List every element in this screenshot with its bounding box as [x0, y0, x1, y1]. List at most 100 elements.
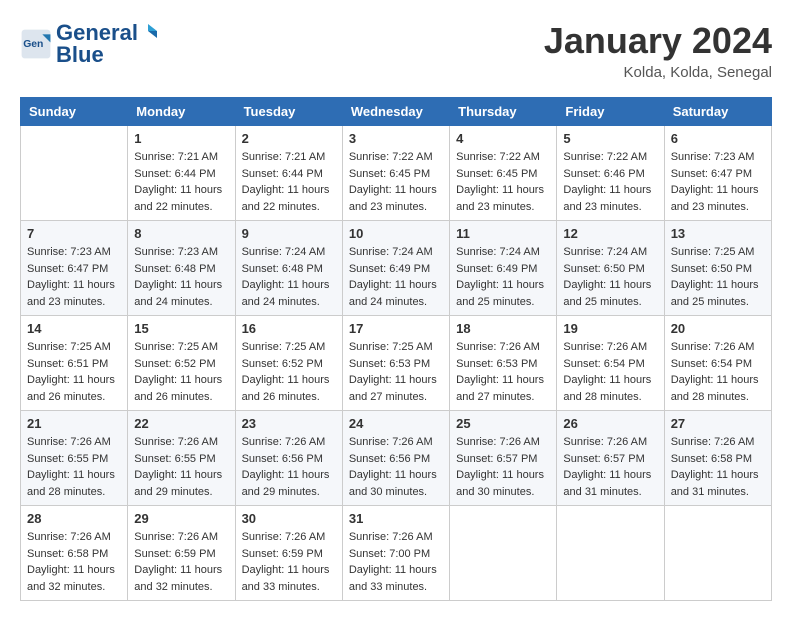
day-info: Sunrise: 7:21 AMSunset: 6:44 PMDaylight:… — [242, 149, 336, 215]
day-number: 11 — [456, 226, 550, 241]
calendar-cell — [557, 506, 664, 601]
day-number: 4 — [456, 131, 550, 146]
calendar-week-row: 14 Sunrise: 7:25 AMSunset: 6:51 PMDayligh… — [21, 316, 772, 411]
calendar-cell — [450, 506, 557, 601]
day-header-tuesday: Tuesday — [235, 98, 342, 126]
day-number: 12 — [563, 226, 657, 241]
day-number: 27 — [671, 416, 765, 431]
calendar-cell: 18 Sunrise: 7:26 AMSunset: 6:53 PMDayligh… — [450, 316, 557, 411]
day-header-monday: Monday — [128, 98, 235, 126]
day-number: 5 — [563, 131, 657, 146]
calendar-week-row: 7 Sunrise: 7:23 AMSunset: 6:47 PMDaylight… — [21, 221, 772, 316]
month-title: January 2024 — [544, 20, 772, 62]
calendar-cell: 27 Sunrise: 7:26 AMSunset: 6:58 PMDayligh… — [664, 411, 771, 506]
title-block: January 2024 Kolda, Kolda, Senegal — [544, 20, 772, 81]
day-number: 3 — [349, 131, 443, 146]
day-header-wednesday: Wednesday — [342, 98, 449, 126]
calendar-cell: 17 Sunrise: 7:25 AMSunset: 6:53 PMDayligh… — [342, 316, 449, 411]
day-header-friday: Friday — [557, 98, 664, 126]
day-info: Sunrise: 7:26 AMSunset: 7:00 PMDaylight:… — [349, 529, 443, 595]
day-number: 29 — [134, 511, 228, 526]
day-info: Sunrise: 7:21 AMSunset: 6:44 PMDaylight:… — [134, 149, 228, 215]
calendar-cell: 2Sunrise: 7:21 AMSunset: 6:44 PMDaylight… — [235, 126, 342, 221]
calendar-table: SundayMondayTuesdayWednesdayThursdayFrid… — [20, 97, 772, 601]
calendar-cell: 15 Sunrise: 7:25 AMSunset: 6:52 PMDayligh… — [128, 316, 235, 411]
day-info: Sunrise: 7:25 AMSunset: 6:53 PMDaylight:… — [349, 339, 443, 405]
day-info: Sunrise: 7:22 AMSunset: 6:46 PMDaylight:… — [563, 149, 657, 215]
day-number: 18 — [456, 321, 550, 336]
day-info: Sunrise: 7:25 AMSunset: 6:51 PMDaylight:… — [27, 339, 121, 405]
day-number: 23 — [242, 416, 336, 431]
day-info: Sunrise: 7:25 AMSunset: 6:50 PMDaylight:… — [671, 244, 765, 310]
day-number: 9 — [242, 226, 336, 241]
day-info: Sunrise: 7:26 AMSunset: 6:59 PMDaylight:… — [134, 529, 228, 595]
calendar-cell: 23Sunrise: 7:26 AMSunset: 6:56 PMDayligh… — [235, 411, 342, 506]
day-info: Sunrise: 7:26 AMSunset: 6:55 PMDaylight:… — [134, 434, 228, 500]
calendar-cell: 28 Sunrise: 7:26 AMSunset: 6:58 PMDayligh… — [21, 506, 128, 601]
day-info: Sunrise: 7:24 AMSunset: 6:49 PMDaylight:… — [349, 244, 443, 310]
day-header-sunday: Sunday — [21, 98, 128, 126]
calendar-cell: 8 Sunrise: 7:23 AMSunset: 6:48 PMDaylight… — [128, 221, 235, 316]
calendar-cell: 30Sunrise: 7:26 AMSunset: 6:59 PMDayligh… — [235, 506, 342, 601]
day-number: 19 — [563, 321, 657, 336]
day-number: 21 — [27, 416, 121, 431]
day-number: 22 — [134, 416, 228, 431]
calendar-cell: 25Sunrise: 7:26 AMSunset: 6:57 PMDayligh… — [450, 411, 557, 506]
calendar-cell — [21, 126, 128, 221]
calendar-cell: 19 Sunrise: 7:26 AMSunset: 6:54 PMDayligh… — [557, 316, 664, 411]
calendar-cell: 9 Sunrise: 7:24 AMSunset: 6:48 PMDaylight… — [235, 221, 342, 316]
calendar-cell: 29 Sunrise: 7:26 AMSunset: 6:59 PMDayligh… — [128, 506, 235, 601]
day-info: Sunrise: 7:26 AMSunset: 6:57 PMDaylight:… — [563, 434, 657, 500]
calendar-cell: 3 Sunrise: 7:22 AMSunset: 6:45 PMDaylight… — [342, 126, 449, 221]
day-info: Sunrise: 7:22 AMSunset: 6:45 PMDaylight:… — [456, 149, 550, 215]
day-number: 8 — [134, 226, 228, 241]
calendar-cell: 1Sunrise: 7:21 AMSunset: 6:44 PMDaylight… — [128, 126, 235, 221]
day-number: 14 — [27, 321, 121, 336]
calendar-header-row: SundayMondayTuesdayWednesdayThursdayFrid… — [21, 98, 772, 126]
day-info: Sunrise: 7:23 AMSunset: 6:47 PMDaylight:… — [27, 244, 121, 310]
day-info: Sunrise: 7:24 AMSunset: 6:49 PMDaylight:… — [456, 244, 550, 310]
day-number: 16 — [242, 321, 336, 336]
day-number: 28 — [27, 511, 121, 526]
day-info: Sunrise: 7:22 AMSunset: 6:45 PMDaylight:… — [349, 149, 443, 215]
calendar-cell: 20Sunrise: 7:26 AMSunset: 6:54 PMDayligh… — [664, 316, 771, 411]
logo: Gen General Blue — [20, 20, 157, 68]
day-info: Sunrise: 7:24 AMSunset: 6:48 PMDaylight:… — [242, 244, 336, 310]
day-info: Sunrise: 7:23 AMSunset: 6:48 PMDaylight:… — [134, 244, 228, 310]
day-info: Sunrise: 7:23 AMSunset: 6:47 PMDaylight:… — [671, 149, 765, 215]
calendar-cell: 13Sunrise: 7:25 AMSunset: 6:50 PMDayligh… — [664, 221, 771, 316]
calendar-cell: 7 Sunrise: 7:23 AMSunset: 6:47 PMDaylight… — [21, 221, 128, 316]
day-number: 15 — [134, 321, 228, 336]
day-header-saturday: Saturday — [664, 98, 771, 126]
page-header: Gen General Blue January 2024 Kolda, Kol… — [20, 20, 772, 81]
calendar-cell: 21 Sunrise: 7:26 AMSunset: 6:55 PMDayligh… — [21, 411, 128, 506]
calendar-cell: 11 Sunrise: 7:24 AMSunset: 6:49 PMDayligh… — [450, 221, 557, 316]
calendar-week-row: 28 Sunrise: 7:26 AMSunset: 6:58 PMDayligh… — [21, 506, 772, 601]
day-number: 17 — [349, 321, 443, 336]
svg-text:Gen: Gen — [23, 39, 43, 50]
calendar-cell: 26 Sunrise: 7:26 AMSunset: 6:57 PMDayligh… — [557, 411, 664, 506]
location: Kolda, Kolda, Senegal — [544, 64, 772, 81]
calendar-week-row: 1Sunrise: 7:21 AMSunset: 6:44 PMDaylight… — [21, 126, 772, 221]
day-info: Sunrise: 7:24 AMSunset: 6:50 PMDaylight:… — [563, 244, 657, 310]
day-number: 24 — [349, 416, 443, 431]
calendar-cell: 12 Sunrise: 7:24 AMSunset: 6:50 PMDayligh… — [557, 221, 664, 316]
day-info: Sunrise: 7:26 AMSunset: 6:55 PMDaylight:… — [27, 434, 121, 500]
day-number: 7 — [27, 226, 121, 241]
calendar-cell: 24Sunrise: 7:26 AMSunset: 6:56 PMDayligh… — [342, 411, 449, 506]
calendar-cell: 16Sunrise: 7:25 AMSunset: 6:52 PMDayligh… — [235, 316, 342, 411]
day-number: 26 — [563, 416, 657, 431]
day-info: Sunrise: 7:26 AMSunset: 6:54 PMDaylight:… — [563, 339, 657, 405]
day-info: Sunrise: 7:25 AMSunset: 6:52 PMDaylight:… — [134, 339, 228, 405]
day-info: Sunrise: 7:26 AMSunset: 6:53 PMDaylight:… — [456, 339, 550, 405]
day-info: Sunrise: 7:26 AMSunset: 6:58 PMDaylight:… — [27, 529, 121, 595]
calendar-cell: 31 Sunrise: 7:26 AMSunset: 7:00 PMDayligh… — [342, 506, 449, 601]
calendar-cell: 22 Sunrise: 7:26 AMSunset: 6:55 PMDayligh… — [128, 411, 235, 506]
day-number: 31 — [349, 511, 443, 526]
day-info: Sunrise: 7:26 AMSunset: 6:58 PMDaylight:… — [671, 434, 765, 500]
calendar-cell: 4 Sunrise: 7:22 AMSunset: 6:45 PMDaylight… — [450, 126, 557, 221]
day-number: 6 — [671, 131, 765, 146]
calendar-cell: 6 Sunrise: 7:23 AMSunset: 6:47 PMDaylight… — [664, 126, 771, 221]
day-header-thursday: Thursday — [450, 98, 557, 126]
calendar-week-row: 21 Sunrise: 7:26 AMSunset: 6:55 PMDayligh… — [21, 411, 772, 506]
